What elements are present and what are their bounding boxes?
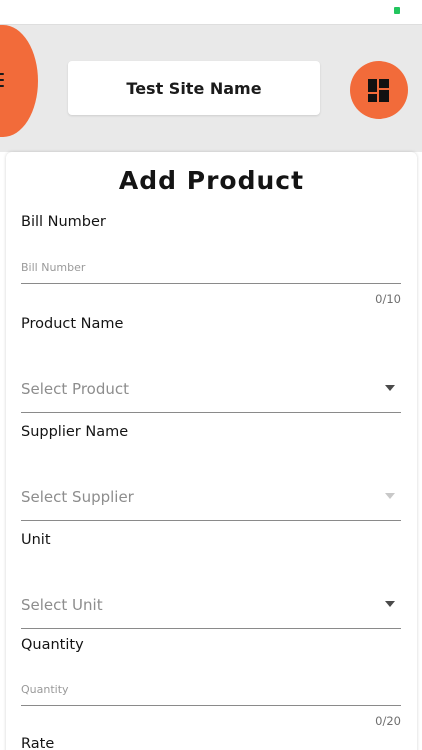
unit-label: Unit xyxy=(21,532,51,548)
unit-select[interactable]: Select Unit xyxy=(21,579,401,629)
dashboard-grid-icon xyxy=(368,79,377,92)
status-bar xyxy=(0,0,422,24)
product-name-label: Product Name xyxy=(21,316,124,332)
battery-icon xyxy=(394,7,400,14)
quantity-input[interactable] xyxy=(21,674,401,706)
quantity-label: Quantity xyxy=(21,637,84,653)
chevron-down-icon xyxy=(385,601,395,607)
supplier-select-value: Select Supplier xyxy=(21,488,134,506)
bill-number-input[interactable] xyxy=(21,252,401,284)
site-name-box: Test Site Name xyxy=(68,61,320,115)
menu-tab[interactable] xyxy=(0,25,38,137)
product-select[interactable]: Select Product xyxy=(21,363,401,413)
unit-select-value: Select Unit xyxy=(21,596,103,614)
app-header: Test Site Name xyxy=(0,24,422,152)
site-name: Test Site Name xyxy=(126,78,262,98)
chevron-down-icon xyxy=(385,493,395,499)
supplier-name-label: Supplier Name xyxy=(21,424,129,440)
chevron-down-icon xyxy=(385,385,395,391)
bill-number-counter: 0/10 xyxy=(375,292,401,306)
quantity-counter: 0/20 xyxy=(375,714,401,728)
rate-label: Rate xyxy=(21,736,55,750)
dashboard-button[interactable] xyxy=(350,61,408,119)
bill-number-label: Bill Number xyxy=(21,214,106,230)
product-select-value: Select Product xyxy=(21,380,129,398)
supplier-select[interactable]: Select Supplier xyxy=(21,471,401,521)
form-title: Add Product xyxy=(118,166,305,195)
hamburger-menu-icon[interactable] xyxy=(0,73,4,89)
add-product-form: Add Product Bill Number 0/10 Product Nam… xyxy=(6,152,417,750)
